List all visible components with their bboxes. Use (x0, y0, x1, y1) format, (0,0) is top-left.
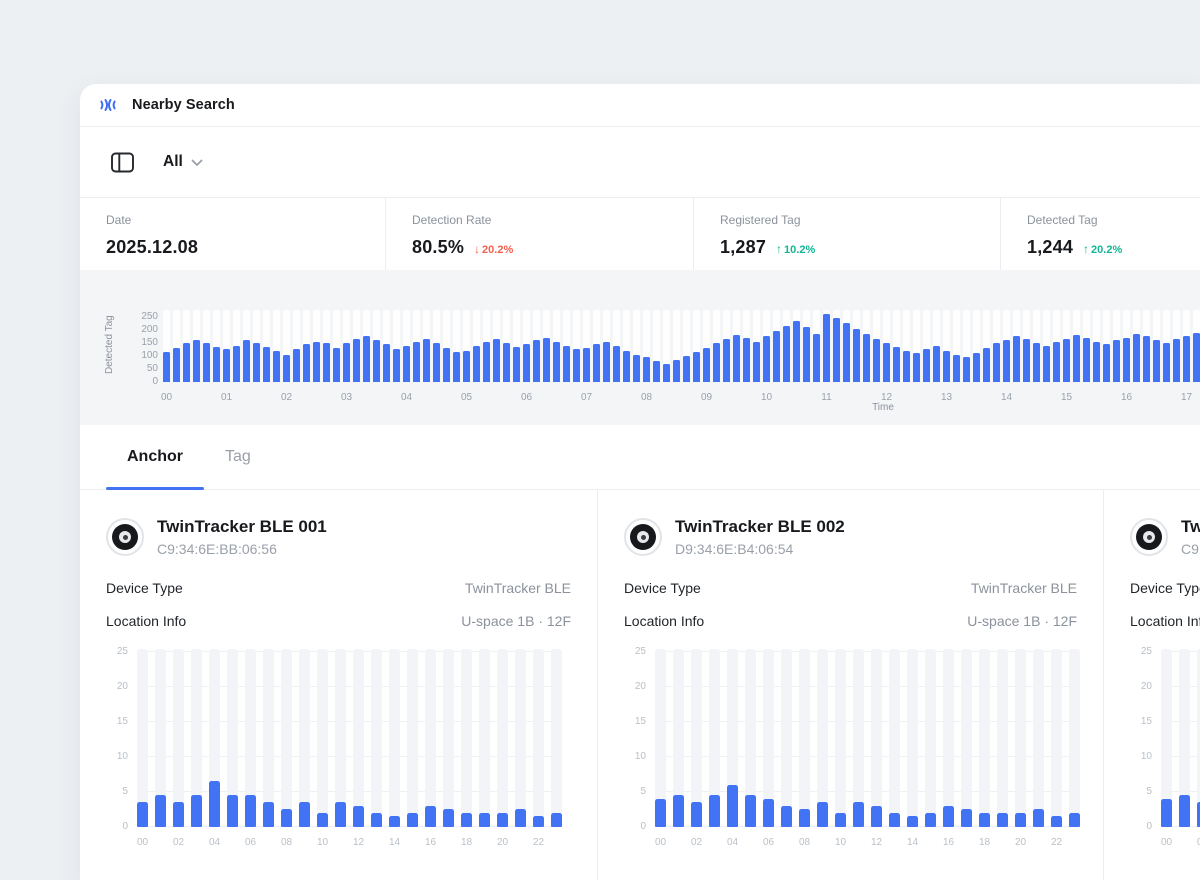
anchor-card-list: TwinTracker BLE 001 C9:34:6E:BB:06:56 De… (80, 490, 1200, 880)
bar-plot: 000102030405060708091011121314151617 (163, 270, 1200, 404)
tab-tag[interactable]: Tag (204, 425, 272, 489)
device-hourly-chart: 0510152025 000204060810121416182022 (624, 649, 1077, 849)
y-axis-ticks: 050100150200250 (80, 270, 158, 404)
stat-value: 1,287 (720, 237, 766, 258)
beacon-logo-icon (96, 93, 120, 117)
trend-up-icon: ↑ (776, 242, 782, 256)
filter-dropdown[interactable]: All (163, 152, 203, 172)
trend-down-icon: ↓ (474, 242, 480, 256)
anchor-card: TwinTracker BLE 001 C9:34:6E:BB:06:56 De… (80, 490, 597, 880)
device-fields: Device Type TwinTracker BLE Location Inf… (1130, 580, 1200, 629)
y-axis-ticks: 0510152025 (106, 649, 128, 849)
trend-up-icon: ↑ (1083, 242, 1089, 256)
tab-anchor[interactable]: Anchor (106, 425, 204, 489)
anchor-card: TwinTracker BLE 003 C9:34:6E:BB:06:58 De… (1103, 490, 1200, 880)
anchor-device-icon (1130, 518, 1168, 556)
stat-date: Date 2025.12.08 (80, 198, 385, 270)
field-label-location: Location Info (106, 613, 186, 629)
trend-delta: 20.2% (482, 244, 513, 256)
device-fields: Device Type TwinTracker BLE Location Inf… (106, 580, 571, 629)
stat-label: Detection Rate (412, 213, 693, 227)
anchor-device-icon (624, 518, 662, 556)
device-hourly-chart: 0510152025 000204060810121416182022 (106, 649, 571, 849)
app-header: Nearby Search (80, 84, 1200, 127)
field-value-location: U-space 1B · 12F (461, 613, 571, 629)
y-axis-ticks: 0510152025 (624, 649, 646, 849)
bar-plot: 000204060810121416182022 (1161, 649, 1200, 849)
stat-label: Registered Tag (720, 213, 1000, 227)
stat-value: 1,244 (1027, 237, 1073, 258)
card-header: TwinTracker BLE 001 C9:34:6E:BB:06:56 (106, 517, 571, 557)
card-header: TwinTracker BLE 003 C9:34:6E:BB:06:58 (1130, 517, 1200, 557)
toolbar: All (80, 127, 1200, 198)
bar-plot: 000204060810121416182022 (655, 649, 1077, 849)
device-mac-address: C9:34:6E:BB:06:56 (157, 541, 327, 557)
device-name: TwinTracker BLE 003 (1181, 517, 1200, 537)
x-axis-label: Time (872, 402, 894, 413)
trend-badge: ↑10.2% (776, 242, 815, 256)
trend-badge: ↑20.2% (1083, 242, 1122, 256)
stat-value: 2025.12.08 (106, 237, 198, 258)
stat-detection-rate: Detection Rate 80.5% ↓20.2% (385, 198, 693, 270)
tab-bar: Anchor Tag (80, 425, 1200, 490)
field-value-device-type: TwinTracker BLE (465, 580, 571, 596)
trend-delta: 10.2% (784, 244, 815, 256)
page-title: Nearby Search (132, 97, 235, 113)
detected-tag-time-chart: Detected Tag 050100150200250 00010203040… (80, 270, 1200, 425)
device-fields: Device Type TwinTracker BLE Location Inf… (624, 580, 1077, 629)
field-value-device-type: TwinTracker BLE (971, 580, 1077, 596)
device-name: TwinTracker BLE 001 (157, 517, 327, 537)
stat-detected-tag: Detected Tag 1,244 ↑20.2% (1000, 198, 1200, 270)
sidebar-toggle-button[interactable] (108, 147, 138, 177)
field-label-location: Location Info (624, 613, 704, 629)
y-axis-ticks: 0510152025 (1130, 649, 1152, 849)
main-window: Nearby Search All Date 2025.12.08 Detect… (80, 84, 1200, 880)
field-label-device-type: Device Type (1130, 580, 1200, 596)
anchor-device-icon (106, 518, 144, 556)
device-name: TwinTracker BLE 002 (675, 517, 845, 537)
anchor-card: TwinTracker BLE 002 D9:34:6E:B4:06:54 De… (597, 490, 1103, 880)
stat-registered-tag: Registered Tag 1,287 ↑10.2% (693, 198, 1000, 270)
field-label-location: Location Info (1130, 613, 1200, 629)
stat-label: Date (106, 213, 385, 227)
device-hourly-chart: 0510152025 000204060810121416182022 (1130, 649, 1200, 849)
field-value-location: U-space 1B · 12F (967, 613, 1077, 629)
trend-badge: ↓20.2% (474, 242, 513, 256)
stats-row: Date 2025.12.08 Detection Rate 80.5% ↓20… (80, 198, 1200, 270)
field-label-device-type: Device Type (624, 580, 701, 596)
filter-selected-value: All (163, 153, 183, 171)
field-label-device-type: Device Type (106, 580, 183, 596)
stat-label: Detected Tag (1027, 213, 1200, 227)
device-mac-address: D9:34:6E:B4:06:54 (675, 541, 845, 557)
card-header: TwinTracker BLE 002 D9:34:6E:B4:06:54 (624, 517, 1077, 557)
bar-plot: 000204060810121416182022 (137, 649, 562, 849)
trend-delta: 20.2% (1091, 244, 1122, 256)
stat-value: 80.5% (412, 237, 464, 258)
chevron-down-icon (191, 154, 203, 172)
device-mac-address: C9:34:6E:BB:06:58 (1181, 541, 1200, 557)
